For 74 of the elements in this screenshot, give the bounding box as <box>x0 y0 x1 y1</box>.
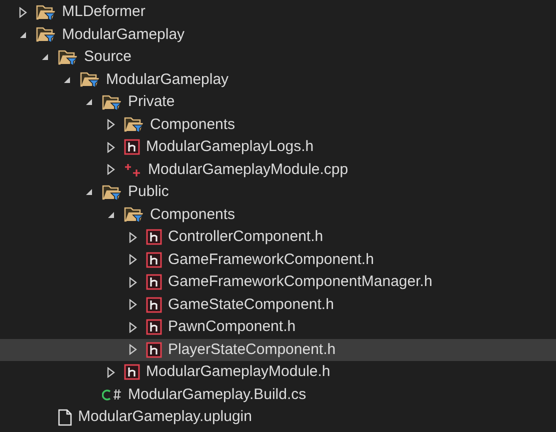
tree-item[interactable]: PawnComponent.h <box>0 316 556 338</box>
expand-arrow-icon[interactable] <box>129 322 137 333</box>
folder-filter-icon <box>102 94 122 111</box>
tree-item[interactable]: Components <box>0 204 556 226</box>
item-label: ModularGameplayLogs.h <box>146 137 314 157</box>
collapse-arrow-icon[interactable] <box>41 53 49 62</box>
tree-item[interactable]: PlayerStateComponent.h <box>0 338 556 361</box>
item-label: Private <box>128 92 175 112</box>
tree-item[interactable]: GameFrameworkComponent.h <box>0 248 556 271</box>
item-label: Components <box>150 204 236 224</box>
header-file-icon <box>124 364 140 380</box>
header-file-icon <box>146 342 162 358</box>
tree-item[interactable]: Components <box>0 114 556 136</box>
folder-filter-icon <box>102 184 122 201</box>
folder-filter-icon <box>36 26 56 44</box>
expand-arrow-icon[interactable] <box>107 142 115 153</box>
file-icon <box>58 408 72 426</box>
item-label: ModularGameplay.Build.cs <box>128 384 306 404</box>
expand-arrow-icon[interactable] <box>107 164 115 176</box>
item-label: GameFrameworkComponentManager.h <box>168 272 432 292</box>
item-label: ControllerComponent.h <box>168 227 324 247</box>
item-label: MLDeformer <box>62 2 146 22</box>
expand-arrow-icon[interactable] <box>19 6 27 18</box>
item-label: ModularGameplay.uplugin <box>78 407 252 427</box>
item-label: Components <box>150 114 236 134</box>
item-label: ModularGameplay <box>62 24 185 44</box>
item-label: PawnComponent.h <box>168 317 296 337</box>
tree-item[interactable]: Source <box>0 46 556 68</box>
header-file-icon <box>146 252 162 268</box>
expand-arrow-icon[interactable] <box>129 344 137 356</box>
tree-item[interactable]: MLDeformer <box>0 1 556 24</box>
item-label: ModularGameplayModule.h <box>146 362 330 382</box>
tree-item[interactable]: ModularGameplayLogs.h <box>0 136 556 158</box>
tree-item[interactable]: ModularGameplay.Build.cs <box>0 384 556 406</box>
expand-arrow-icon[interactable] <box>129 299 137 310</box>
tree-item[interactable]: GameStateComponent.h <box>0 294 556 316</box>
item-label: ModularGameplayModule.cpp <box>148 160 348 180</box>
tree-item[interactable]: ModularGameplayModule.h <box>0 361 556 384</box>
header-file-icon <box>124 139 140 156</box>
header-file-icon <box>146 296 162 313</box>
item-label: ModularGameplay <box>106 70 229 90</box>
header-file-icon <box>146 319 162 336</box>
tree-item[interactable]: ModularGameplay <box>0 68 556 91</box>
item-label: PlayerStateComponent.h <box>168 340 336 360</box>
expand-arrow-icon[interactable] <box>129 254 137 266</box>
tree-item[interactable]: ModularGameplay <box>0 24 556 46</box>
item-label: Source <box>84 47 132 67</box>
folder-filter-icon <box>124 116 144 134</box>
expand-arrow-icon[interactable] <box>129 276 137 288</box>
item-label: GameStateComponent.h <box>168 294 334 314</box>
tree-item[interactable]: GameFrameworkComponentManager.h <box>0 271 556 294</box>
tree-item[interactable]: ModularGameplay.uplugin <box>0 406 556 428</box>
folder-filter-icon <box>124 206 144 224</box>
tree-item[interactable]: ControllerComponent.h <box>0 226 556 248</box>
csharp-file-icon <box>102 388 122 402</box>
tree-item[interactable]: Public <box>0 181 556 204</box>
folder-filter-icon <box>58 48 78 66</box>
tree-item[interactable]: Private <box>0 91 556 114</box>
folder-filter-icon <box>36 4 56 21</box>
header-file-icon <box>146 274 162 290</box>
folder-filter-icon <box>80 71 100 88</box>
expand-arrow-icon[interactable] <box>129 232 137 243</box>
expand-arrow-icon[interactable] <box>107 119 115 130</box>
plus-plus-icon <box>124 162 142 178</box>
collapse-arrow-icon[interactable] <box>85 98 93 106</box>
item-label: Public <box>128 182 169 202</box>
item-label: GameFrameworkComponent.h <box>168 250 374 270</box>
collapse-arrow-icon[interactable] <box>85 188 93 196</box>
collapse-arrow-icon[interactable] <box>107 210 115 219</box>
collapse-arrow-icon[interactable] <box>63 76 71 84</box>
tree-item[interactable]: ModularGameplayModule.cpp <box>0 158 556 181</box>
collapse-arrow-icon[interactable] <box>19 30 27 39</box>
expand-arrow-icon[interactable] <box>107 366 115 378</box>
header-file-icon <box>146 229 162 246</box>
